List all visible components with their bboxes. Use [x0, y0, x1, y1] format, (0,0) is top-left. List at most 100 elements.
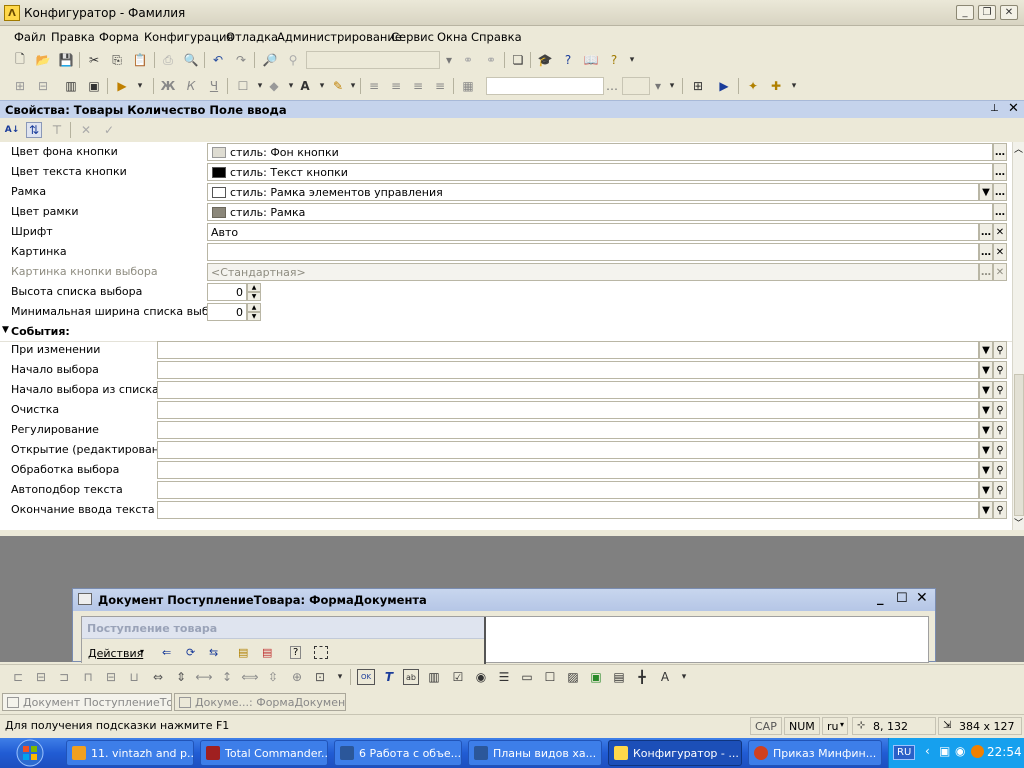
chevron-down-icon[interactable]: ▾: [140, 647, 144, 656]
font-size-combo[interactable]: [622, 77, 650, 95]
events-group-header[interactable]: ▼ События:: [0, 322, 1012, 342]
highlight-icon[interactable]: ✎: [330, 78, 346, 94]
menu-service[interactable]: Сервис: [391, 30, 434, 44]
open-icon[interactable]: 📂: [35, 52, 51, 68]
find-icon[interactable]: 🔎: [262, 52, 278, 68]
toolbar-overflow-icon[interactable]: ▾: [332, 669, 348, 685]
bold-icon[interactable]: Ж: [160, 78, 176, 94]
table-box-icon[interactable]: ▥: [426, 669, 442, 685]
center-icon[interactable]: ⊕: [289, 669, 305, 685]
h-space-icon[interactable]: ⟷: [195, 669, 212, 685]
dropdown-button[interactable]: ▼: [979, 461, 993, 479]
properties-scrollbar[interactable]: ︿ ﹀: [1012, 142, 1024, 530]
dropdown-button[interactable]: ▼: [979, 361, 993, 379]
menu-administration[interactable]: Администрирование: [277, 30, 402, 44]
event-handler-field[interactable]: [157, 501, 979, 519]
event-handler-field[interactable]: [157, 361, 979, 379]
chevron-down-icon[interactable]: ▾: [132, 78, 148, 94]
align-centers-icon[interactable]: ⊟: [33, 669, 49, 685]
minimize-button[interactable]: _: [956, 5, 974, 20]
magnifier-icon[interactable]: ⚲: [993, 461, 1007, 479]
menu-edit[interactable]: Правка: [51, 30, 95, 44]
filter-icon[interactable]: ⊤: [49, 122, 65, 138]
dropdown-button[interactable]: ▼: [979, 381, 993, 399]
chevron-down-icon[interactable]: ▾: [840, 720, 844, 729]
ellipsis-button[interactable]: …: [993, 143, 1007, 161]
syntax-helper-icon[interactable]: 📖: [583, 52, 599, 68]
panel-icon[interactable]: ▤: [611, 669, 627, 685]
close-button[interactable]: ✕: [1000, 5, 1018, 20]
dropdown-button[interactable]: ▼: [979, 183, 993, 201]
magnifier-icon[interactable]: ⚲: [993, 501, 1007, 519]
unpost-icon[interactable]: ▤: [262, 646, 272, 659]
magnifier-icon[interactable]: ⚲: [993, 381, 1007, 399]
text-box-icon[interactable]: ab: [403, 669, 419, 685]
border-icon[interactable]: ☐: [235, 78, 251, 94]
help-icon[interactable]: ?: [290, 646, 302, 659]
redo-icon[interactable]: ↷: [233, 52, 249, 68]
stepper-up-button[interactable]: ▲: [247, 283, 261, 292]
volume-icon[interactable]: ◉: [955, 744, 965, 758]
language-indicator[interactable]: ru: [822, 717, 848, 735]
sort-alpha-icon[interactable]: A↓: [4, 122, 20, 138]
radio-icon[interactable]: ◉: [473, 669, 489, 685]
stepper-down-button[interactable]: ▼: [247, 292, 261, 301]
ellipsis-button[interactable]: …: [993, 203, 1007, 221]
align-justify-icon[interactable]: ≡: [432, 78, 448, 94]
text-document-icon[interactable]: A: [657, 669, 673, 685]
event-handler-field[interactable]: [157, 461, 979, 479]
ellipsis-button[interactable]: …: [979, 223, 993, 241]
checkbox-icon[interactable]: ☑: [450, 669, 466, 685]
wizard-icon[interactable]: ✦: [745, 78, 761, 94]
pin-icon[interactable]: ⊥: [990, 103, 999, 114]
ellipsis-button[interactable]: …: [979, 243, 993, 261]
h-equal-icon[interactable]: ⟺: [241, 669, 258, 685]
list-box-icon[interactable]: ☰: [496, 669, 512, 685]
list-height-stepper[interactable]: 0: [207, 283, 247, 301]
its-icon[interactable]: ?: [606, 52, 622, 68]
start-button[interactable]: [0, 738, 60, 768]
window-tab[interactable]: Докуме...: ФормаДокумента: [174, 693, 346, 711]
menu-form[interactable]: Форма: [99, 30, 139, 44]
find-all-icon[interactable]: ⚭: [483, 52, 499, 68]
image-icon[interactable]: ▣: [588, 669, 604, 685]
chevron-down-icon[interactable]: ▾: [314, 78, 330, 94]
scroll-thumb[interactable]: [1014, 374, 1024, 516]
taskbar-button[interactable]: 6 Работа с объе...: [334, 740, 462, 766]
cut-icon[interactable]: ✂: [86, 52, 102, 68]
font-name-combo[interactable]: [486, 77, 604, 95]
frame-icon[interactable]: ☐: [542, 669, 558, 685]
align-top-icon[interactable]: ⊓: [80, 669, 96, 685]
taskbar-button[interactable]: Приказ Минфин...: [748, 740, 882, 766]
save-icon[interactable]: 💾: [58, 52, 74, 68]
cancel-icon[interactable]: ✕: [78, 122, 94, 138]
dropdown-button[interactable]: ▼: [979, 421, 993, 439]
event-handler-field[interactable]: [157, 441, 979, 459]
magnifier-icon[interactable]: ⚲: [993, 401, 1007, 419]
magnifier-icon[interactable]: ⚲: [993, 341, 1007, 359]
more-icon[interactable]: …: [604, 78, 620, 94]
align-bottom-icon[interactable]: ⊔: [126, 669, 142, 685]
scroll-up-icon[interactable]: ︿: [1014, 142, 1023, 155]
label-icon[interactable]: T: [381, 669, 397, 685]
back-icon[interactable]: ⇐: [162, 646, 171, 659]
taskbar-button[interactable]: Total Commander...: [200, 740, 328, 766]
align-left-edges-icon[interactable]: ⊏: [10, 669, 26, 685]
form-layout-icon[interactable]: ▣: [86, 78, 102, 94]
align-right-edges-icon[interactable]: ⊐: [56, 669, 72, 685]
new-icon[interactable]: 🗋: [12, 52, 28, 68]
taskbar-button[interactable]: Планы видов ха...: [468, 740, 602, 766]
copy-icon[interactable]: ⎘: [109, 52, 125, 68]
v-space-icon[interactable]: ↕: [219, 669, 235, 685]
ellipsis-button[interactable]: …: [993, 183, 1007, 201]
taskbar-button[interactable]: 11. vintazh and p...: [66, 740, 194, 766]
combo-box-icon[interactable]: ▭: [519, 669, 535, 685]
property-value-field[interactable]: стиль: Фон кнопки: [207, 143, 993, 161]
same-height-icon[interactable]: ⇕: [173, 669, 189, 685]
scroll-down-icon[interactable]: ﹀: [1014, 516, 1023, 529]
window-tab[interactable]: Документ ПоступлениеТов...: [2, 693, 172, 711]
align-middle-icon[interactable]: ⊟: [103, 669, 119, 685]
ok-button-icon[interactable]: OK: [357, 669, 375, 685]
picture-icon[interactable]: ▨: [565, 669, 581, 685]
print-icon[interactable]: ⎙: [160, 52, 176, 68]
